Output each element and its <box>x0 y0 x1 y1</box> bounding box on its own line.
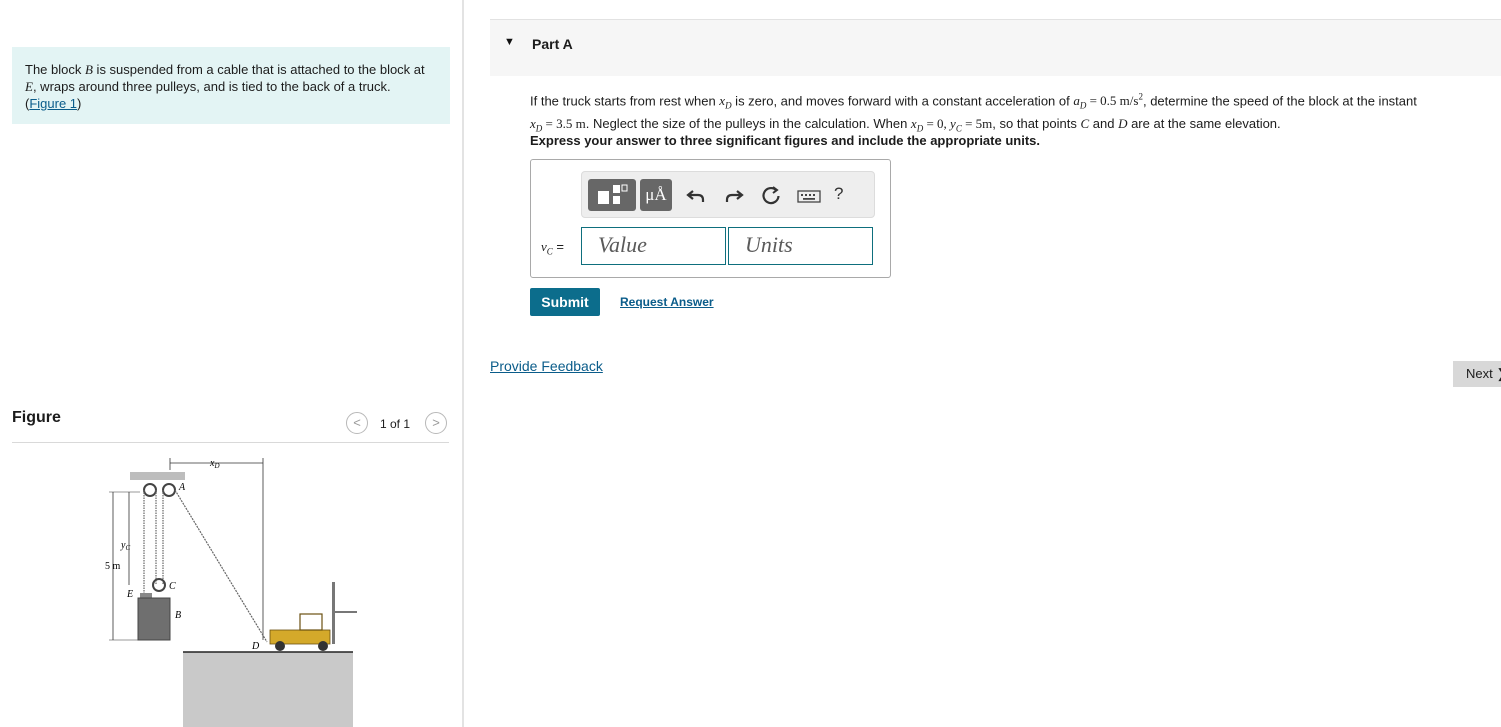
q-s5: , so that points <box>992 115 1081 131</box>
equation-toolbar: μÅ ? <box>581 171 875 218</box>
label-b: B <box>175 610 181 621</box>
truck-cab <box>299 613 323 631</box>
label-e: E <box>126 589 133 600</box>
next-button[interactable]: Next ❯ <box>1453 361 1501 387</box>
pulley-truck-figure: xD A 5 m yC C E B D <box>105 458 357 727</box>
q-ad: aD <box>1073 93 1087 111</box>
q-s4: . Neglect the size of the pulleys in the… <box>585 115 911 131</box>
q-s3: , determine the speed of the block at th… <box>1142 93 1417 109</box>
figure-link-close: ) <box>77 96 82 111</box>
q-xd2: xD <box>530 115 543 134</box>
intro-text-2: is suspended from a cable that is attach… <box>92 62 425 77</box>
truck-mast <box>332 582 335 644</box>
label-d: D <box>251 641 260 652</box>
provide-feedback-link[interactable]: Provide Feedback <box>490 358 603 374</box>
truck-wheel-front <box>318 641 328 651</box>
ground <box>183 652 353 727</box>
units-button[interactable]: μÅ <box>640 179 672 211</box>
ceiling-support <box>130 472 185 480</box>
intro-text-3: , wraps around three pulleys, and is tie… <box>32 79 391 94</box>
instruction-text: Express your answer to three significant… <box>530 133 1040 148</box>
value-input[interactable]: Value <box>581 227 726 265</box>
cable-to-truck <box>174 489 268 643</box>
answer-variable-label: vC = <box>541 239 565 257</box>
pulley-top-left <box>143 483 157 497</box>
keyboard-icon[interactable] <box>796 186 822 206</box>
intro-box: The block B is suspended from a cable th… <box>12 47 450 124</box>
figure-counter: 1 of 1 <box>380 417 411 431</box>
intro-var-b: B <box>84 62 93 77</box>
q-s2: is zero, and moves forward with a consta… <box>731 93 1074 109</box>
left-panel: The block B is suspended from a cable th… <box>0 0 462 727</box>
q-s6: and <box>1089 115 1119 131</box>
figure-prev-button[interactable]: < <box>346 412 368 434</box>
block-b <box>137 597 171 641</box>
label-xd: xD <box>209 458 220 470</box>
part-title: Part A <box>532 36 573 52</box>
q-s1: If the truck starts from rest when <box>530 93 720 109</box>
submit-button[interactable]: Submit <box>530 288 600 316</box>
q-xd: xD <box>719 93 732 111</box>
q-s7: are at the same elevation. <box>1127 115 1281 131</box>
templates-button[interactable] <box>588 179 636 211</box>
collapse-caret-icon[interactable]: ▼ <box>504 36 515 48</box>
intro-text-1: The block <box>25 62 85 77</box>
label-c: C <box>169 581 176 592</box>
request-answer-link[interactable]: Request Answer <box>620 295 714 309</box>
redo-icon[interactable] <box>722 184 746 208</box>
undo-icon[interactable] <box>684 184 708 208</box>
label-five-m: 5 m <box>105 561 121 572</box>
block-e <box>140 593 152 598</box>
figure-title: Figure <box>12 409 61 426</box>
q-xd3: xD <box>910 115 924 134</box>
q-ad-val: = 0.5 m/s2 <box>1086 92 1143 109</box>
panel-divider <box>462 0 464 727</box>
question-text: If the truck starts from rest when xD is… <box>530 89 1470 138</box>
pulley-c <box>152 578 166 592</box>
truck-wheel-rear <box>275 641 285 651</box>
label-a: A <box>178 482 186 493</box>
figure-next-button[interactable]: > <box>425 412 447 434</box>
reset-icon[interactable] <box>759 184 783 208</box>
templates-icon <box>598 184 628 204</box>
q-c: C <box>1080 115 1090 131</box>
q-yc-val: = 5m <box>961 115 993 131</box>
pulley-a <box>162 483 176 497</box>
figure-link[interactable]: Figure 1 <box>29 96 77 111</box>
intro-var-e: E <box>25 79 33 94</box>
part-a-header[interactable]: ▼ Part A <box>490 19 1501 76</box>
q-xd3-val: = 0, <box>923 115 951 131</box>
figure-divider <box>12 442 449 443</box>
answer-box: μÅ ? vC = Value Units <box>530 159 891 278</box>
q-yc: yC <box>950 115 962 134</box>
units-input[interactable]: Units <box>728 227 873 265</box>
q-xd2-val: = 3.5 m <box>542 115 586 131</box>
help-button[interactable]: ? <box>834 184 843 204</box>
